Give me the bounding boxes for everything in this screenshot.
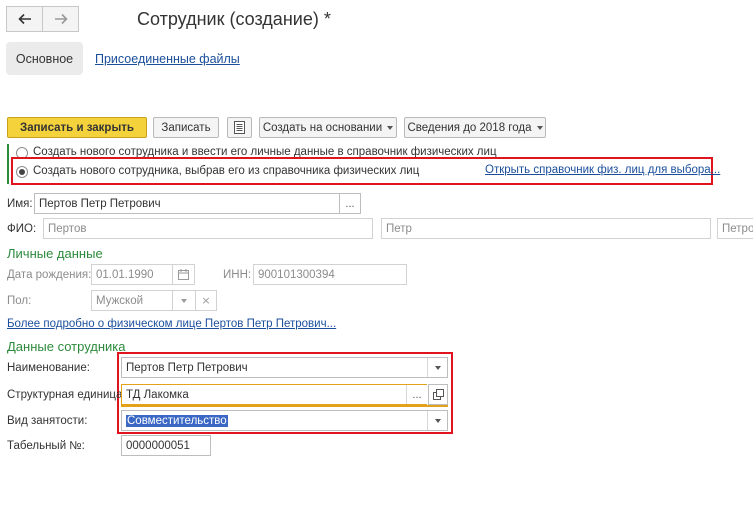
report-button[interactable]: [227, 117, 252, 138]
field-focus-underline: [121, 405, 448, 407]
fio-middle-name-field[interactable]: Петров: [717, 218, 753, 239]
report-icon: [234, 121, 245, 134]
employment-type-value: Совместительство: [126, 414, 228, 427]
chevron-down-icon: [180, 298, 187, 303]
employee-data-heading: Данные сотрудника: [7, 339, 126, 354]
create-based-on-label: Создать на основании: [262, 121, 383, 134]
save-and-close-button[interactable]: Записать и закрыть: [7, 117, 147, 138]
name-field[interactable]: Пертов Петр Петрович: [34, 193, 340, 214]
ellipsis-icon: ...: [345, 197, 355, 210]
arrow-left-icon: [17, 13, 31, 25]
fio-last-name-field[interactable]: Пертов: [43, 218, 373, 239]
arrow-right-icon: [54, 13, 68, 25]
personal-data-heading: Личные данные: [7, 246, 103, 261]
more-about-person-link[interactable]: Более подробно о физическом лице Пертов …: [7, 318, 336, 330]
employment-type-dropdown-button[interactable]: [427, 411, 447, 430]
gender-label: Пол:: [7, 295, 32, 307]
create-based-on-button[interactable]: Создать на основании: [259, 117, 397, 138]
tab-main[interactable]: Основное: [6, 42, 83, 75]
chevron-down-icon: [434, 418, 441, 423]
employment-type-label: Вид занятости:: [7, 415, 88, 427]
inn-label: ИНН:: [223, 269, 252, 281]
employee-name-dropdown-button[interactable]: [427, 358, 447, 377]
section-marker: [7, 144, 9, 184]
name-label: Имя:: [7, 198, 33, 210]
info-before-2018-label: Сведения до 2018 года: [407, 121, 532, 134]
ellipsis-icon: ...: [412, 388, 422, 401]
forward-button[interactable]: [42, 6, 79, 32]
chevron-down-icon: [434, 365, 441, 370]
gender-clear-button[interactable]: ×: [195, 291, 216, 310]
save-button[interactable]: Записать: [153, 117, 219, 138]
structural-unit-select-button[interactable]: ...: [406, 385, 427, 404]
birth-date-label: Дата рождения:: [7, 269, 92, 281]
gender-dropdown-button[interactable]: [172, 291, 194, 310]
structural-unit-open-button[interactable]: [428, 384, 448, 405]
back-button[interactable]: [6, 6, 43, 32]
close-icon: ×: [201, 294, 211, 307]
tab-number-field[interactable]: 0000000051: [121, 435, 211, 456]
info-before-2018-button[interactable]: Сведения до 2018 года: [404, 117, 546, 138]
radio-select-existing[interactable]: [16, 166, 28, 178]
inn-field[interactable]: 900101300394: [253, 264, 407, 285]
employee-name-label: Наименование:: [7, 362, 90, 374]
open-window-icon: [432, 389, 444, 400]
fio-first-name-field[interactable]: Петр: [381, 218, 711, 239]
radio-select-existing-label: Создать нового сотрудника, выбрав его из…: [33, 165, 420, 177]
open-directory-link[interactable]: Открыть справочник физ. лиц для выбора..…: [485, 164, 720, 176]
chevron-down-icon: [387, 125, 394, 130]
fio-label: ФИО:: [7, 223, 37, 235]
chevron-down-icon: [536, 125, 543, 130]
structural-unit-label: Структурная единица:: [7, 389, 126, 401]
calendar-icon: [178, 269, 189, 280]
calendar-button[interactable]: [172, 265, 194, 284]
tab-attached-files[interactable]: Присоединенные файлы: [95, 52, 240, 66]
employment-type-select[interactable]: Совместительство: [121, 410, 448, 431]
employee-name-field[interactable]: Пертов Петр Петрович: [121, 357, 448, 378]
page-title: Сотрудник (создание) *: [137, 9, 331, 29]
tab-number-label: Табельный №:: [7, 440, 85, 452]
name-select-button[interactable]: ...: [339, 193, 361, 214]
structural-unit-field[interactable]: ТД Лакомка: [121, 384, 427, 405]
